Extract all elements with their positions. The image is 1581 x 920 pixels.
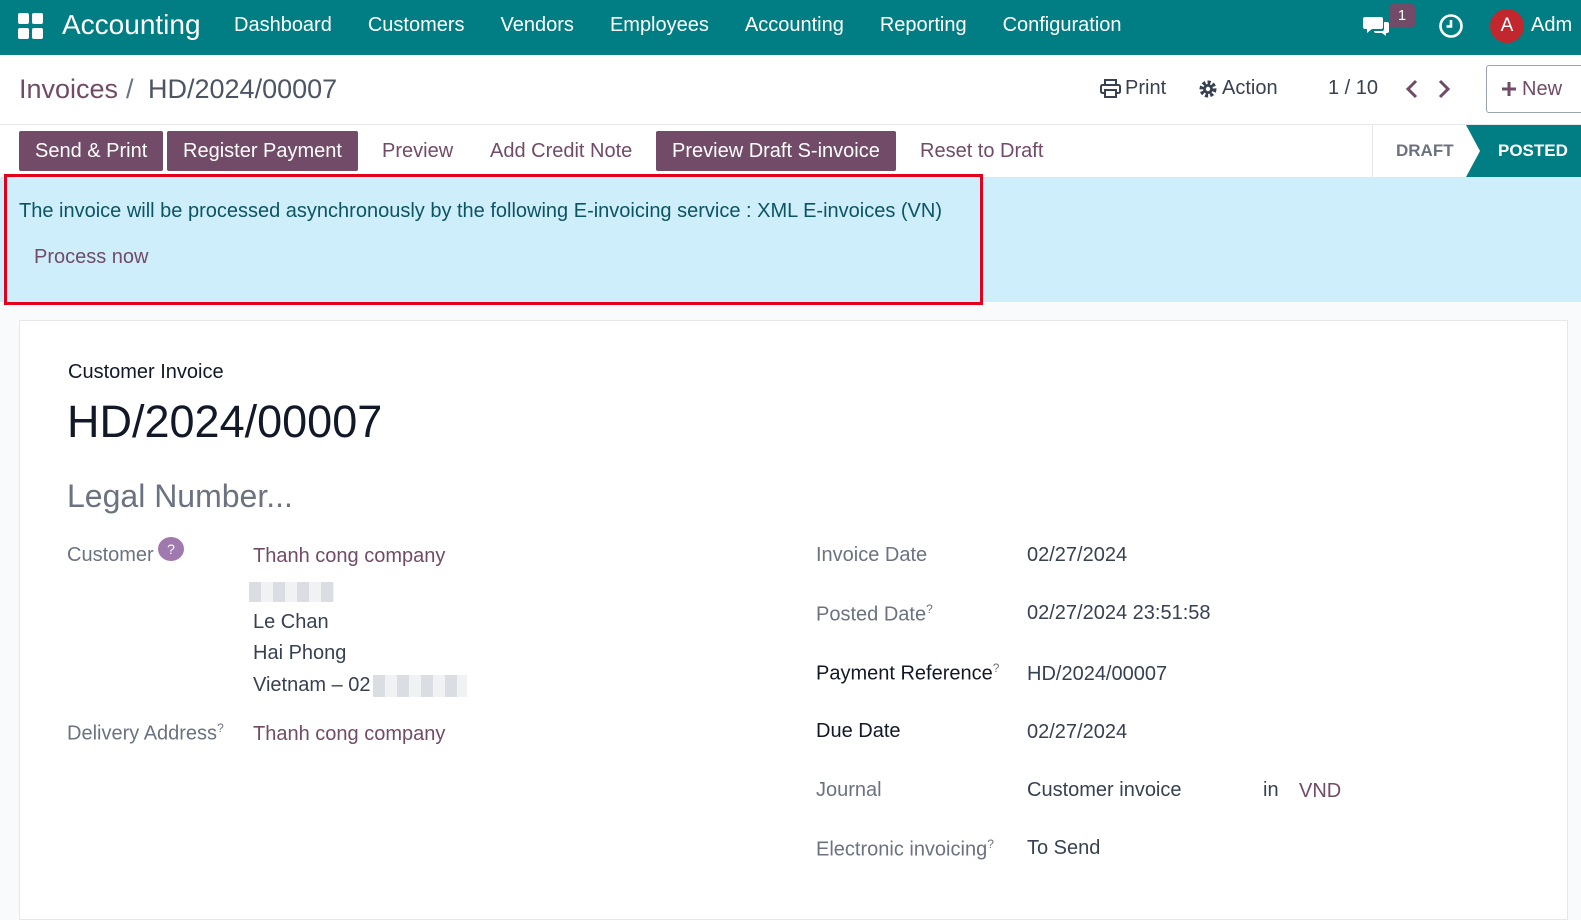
user-avatar[interactable]: A [1490, 9, 1524, 43]
chevron-right-icon[interactable] [1434, 77, 1454, 101]
customer-help-icon[interactable]: ? [158, 537, 184, 561]
action-label: Action [1222, 77, 1278, 99]
menu-accounting[interactable]: Accounting [745, 14, 844, 37]
menu-employees[interactable]: Employees [610, 14, 709, 37]
posted-date-label: Posted Date? [816, 602, 933, 626]
control-panel: Invoices / HD/2024/00007 Print Action 1 … [0, 55, 1581, 125]
customer-street: Le Chan [253, 611, 329, 633]
print-button[interactable]: Print [1100, 77, 1166, 100]
customer-city: Hai Phong [253, 642, 347, 664]
new-label: New [1522, 77, 1563, 100]
highlight-frame [4, 174, 983, 305]
action-button[interactable]: Action [1198, 77, 1278, 100]
printer-icon [1100, 79, 1121, 98]
new-button[interactable]: New [1486, 65, 1581, 113]
menu-customers[interactable]: Customers [368, 14, 465, 37]
menu-configuration[interactable]: Configuration [1003, 14, 1122, 37]
form-button-bar: Send & Print Register Payment Preview Ad… [0, 125, 1581, 177]
preview-button[interactable]: Preview [382, 131, 453, 171]
print-label: Print [1125, 77, 1167, 99]
menu-vendors[interactable]: Vendors [501, 14, 574, 37]
breadcrumb-separator: / [126, 74, 134, 104]
customer-country: Vietnam – 02 [253, 674, 371, 696]
redacted-address [249, 582, 334, 602]
invoice-date-label: Invoice Date [816, 544, 928, 566]
pager-value[interactable]: 1 / 10 [1328, 77, 1378, 100]
breadcrumb-current: HD/2024/00007 [148, 74, 338, 104]
user-name[interactable]: Adm [1531, 14, 1572, 37]
clock-icon[interactable] [1438, 13, 1464, 39]
payment-reference-label: Payment Reference? [816, 661, 1000, 685]
due-date-value[interactable]: 02/27/2024 [1027, 721, 1127, 744]
legal-number-input[interactable]: Legal Number... [67, 478, 293, 515]
invoice-number: HD/2024/00007 [67, 396, 383, 447]
due-date-label: Due Date [816, 720, 901, 742]
status-posted: POSTED [1466, 125, 1581, 177]
delivery-address-link[interactable]: Thanh cong company [253, 723, 445, 746]
chat-counter-badge: 1 [1389, 4, 1415, 28]
breadcrumb-invoices[interactable]: Invoices [19, 74, 118, 105]
apps-menu-icon[interactable] [18, 13, 44, 39]
electronic-invoicing-value: To Send [1027, 837, 1101, 859]
alert-message: The invoice will be processed asynchrono… [19, 200, 942, 222]
chat-icon[interactable] [1362, 14, 1390, 38]
preview-draft-sinvoice-button[interactable]: Preview Draft S-invoice [656, 131, 896, 171]
reset-to-draft-button[interactable]: Reset to Draft [920, 131, 1043, 171]
status-draft[interactable]: DRAFT [1372, 125, 1472, 177]
register-payment-button[interactable]: Register Payment [167, 131, 358, 171]
electronic-invoicing-label: Electronic invoicing? [816, 837, 994, 861]
menu-reporting[interactable]: Reporting [880, 14, 967, 37]
app-name[interactable]: Accounting [62, 9, 201, 41]
add-credit-note-button[interactable]: Add Credit Note [490, 131, 632, 171]
process-now-link[interactable]: Process now [34, 246, 149, 269]
delivery-address-label: Delivery Address? [67, 721, 224, 745]
payment-reference-value[interactable]: HD/2024/00007 [1027, 663, 1167, 686]
journal-in-text: in [1263, 779, 1279, 801]
journal-label: Journal [816, 779, 882, 801]
gear-icon [1199, 80, 1217, 97]
invoice-date-value[interactable]: 02/27/2024 [1027, 544, 1127, 567]
main-menu: Dashboard Customers Vendors Employees Ac… [234, 14, 1158, 37]
journal-value[interactable]: Customer invoice [1027, 779, 1182, 802]
customer-name-link[interactable]: Thanh cong company [253, 545, 445, 568]
document-type: Customer Invoice [68, 361, 224, 383]
customer-label: Customer [67, 544, 154, 566]
top-navbar: Accounting Dashboard Customers Vendors E… [0, 0, 1581, 55]
menu-dashboard[interactable]: Dashboard [234, 14, 332, 37]
posted-date-value: 02/27/2024 23:51:58 [1027, 602, 1211, 624]
plus-icon [1502, 82, 1516, 96]
redacted-phone [373, 675, 467, 697]
chevron-left-icon[interactable] [1402, 77, 1422, 101]
currency-link[interactable]: VND [1299, 780, 1341, 803]
send-print-button[interactable]: Send & Print [19, 131, 164, 171]
